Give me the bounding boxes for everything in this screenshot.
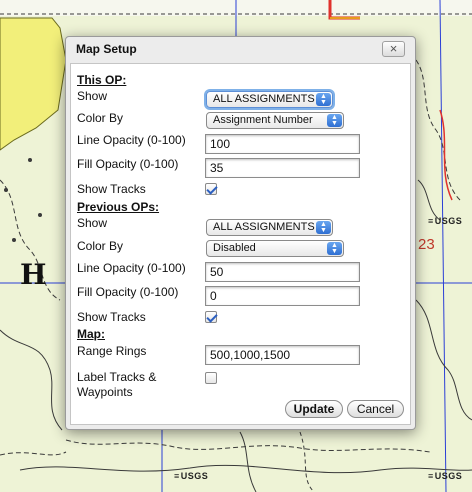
select-arrows-icon: ▲ ▼: [316, 93, 331, 106]
usgs-label: USGS: [174, 471, 208, 481]
range-rings-label: Range Rings: [77, 344, 147, 358]
dialog-header[interactable]: Map Setup ×: [66, 37, 415, 63]
previous-ops-show-value: ALL ASSIGNMENTS: [213, 221, 315, 233]
map-setup-dialog: Map Setup × This OP: Show ALL ASSIGNMENT…: [65, 36, 416, 430]
this-op-line-opacity-input[interactable]: 100: [205, 134, 360, 154]
previous-ops-fill-opacity-input[interactable]: 0: [205, 286, 360, 306]
this-op-show-value: ALL ASSIGNMENTS: [213, 93, 315, 105]
select-arrows-icon: ▲ ▼: [327, 114, 342, 127]
this-op-show-select[interactable]: ALL ASSIGNMENTS ▲ ▼: [206, 91, 333, 108]
dialog-body: This OP: Show ALL ASSIGNMENTS ▲ ▼ Color B…: [70, 63, 411, 425]
this-op-fill-opacity-label: Fill Opacity (0-100): [77, 157, 179, 171]
cancel-button[interactable]: Cancel: [347, 400, 404, 418]
usgs-label: USGS: [428, 216, 462, 226]
previous-ops-show-tracks-checkbox[interactable]: [205, 311, 217, 323]
previous-ops-color-by-select[interactable]: Disabled ▲ ▼: [206, 240, 344, 257]
map-number: 23: [418, 236, 435, 253]
previous-ops-fill-opacity-label: Fill Opacity (0-100): [77, 285, 179, 299]
range-rings-input[interactable]: 500,1000,1500: [205, 345, 360, 365]
this-op-line-opacity-label: Line Opacity (0-100): [77, 133, 186, 147]
select-arrows-icon: ▲ ▼: [327, 242, 342, 255]
label-tracks-label-line2: Waypoints: [77, 385, 133, 399]
this-op-color-by-select[interactable]: Assignment Number ▲ ▼: [206, 112, 344, 129]
previous-ops-show-label: Show: [77, 216, 108, 230]
this-op-show-tracks-label: Show Tracks: [77, 182, 146, 196]
this-op-show-tracks-checkbox[interactable]: [205, 183, 217, 195]
previous-ops-line-opacity-label: Line Opacity (0-100): [77, 261, 186, 275]
previous-ops-show-select[interactable]: ALL ASSIGNMENTS ▲ ▼: [206, 219, 333, 236]
map-letter: H: [20, 258, 47, 291]
previous-ops-color-by-label: Color By: [77, 239, 124, 253]
label-tracks-label-line1: Label Tracks &: [77, 370, 157, 384]
this-op-color-by-value: Assignment Number: [213, 114, 313, 126]
select-arrows-icon: ▲ ▼: [316, 221, 331, 234]
this-op-show-label: Show: [77, 89, 108, 103]
update-button[interactable]: Update: [285, 400, 343, 418]
previous-ops-show-tracks-label: Show Tracks: [77, 310, 146, 324]
this-op-color-by-label: Color By: [77, 111, 124, 125]
this-op-fill-opacity-input[interactable]: 35: [205, 158, 360, 178]
section-this-op: This OP:: [77, 73, 127, 87]
close-button[interactable]: ×: [382, 41, 405, 57]
section-previous-ops: Previous OPs:: [77, 200, 160, 214]
previous-ops-color-by-value: Disabled: [213, 242, 256, 254]
label-tracks-checkbox[interactable]: [205, 372, 217, 384]
close-icon: ×: [389, 41, 398, 56]
usgs-label: USGS: [428, 471, 462, 481]
dialog-title: Map Setup: [76, 42, 137, 56]
previous-ops-line-opacity-input[interactable]: 50: [205, 262, 360, 282]
section-map: Map:: [77, 327, 105, 341]
